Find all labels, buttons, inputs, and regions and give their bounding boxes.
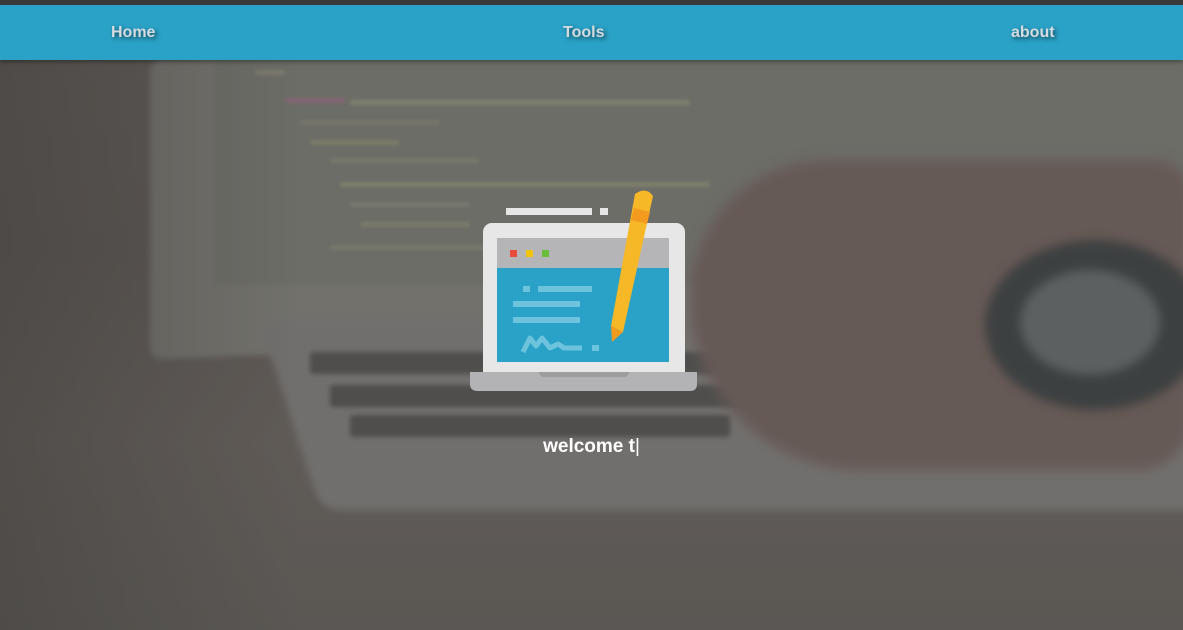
- text-caret: |: [634, 436, 640, 457]
- laptop-with-pencil-icon: [470, 190, 697, 391]
- content-line: [513, 317, 580, 323]
- window-dot-green: [542, 250, 549, 257]
- nav-tools-link[interactable]: Tools: [563, 5, 604, 60]
- content-bullet: [523, 286, 530, 292]
- nav-home-link[interactable]: Home: [111, 5, 155, 60]
- content-line: [538, 286, 592, 292]
- content-dot: [592, 345, 599, 351]
- deco-dot: [600, 208, 608, 215]
- welcome-text: welcome t: [543, 436, 635, 457]
- content-line: [513, 301, 580, 307]
- laptop-notch: [538, 372, 630, 377]
- welcome-typing-text: welcome t|: [0, 436, 1183, 458]
- deco-line: [506, 208, 592, 215]
- nav-about-link[interactable]: about: [1011, 5, 1055, 60]
- browser-bar: [497, 238, 669, 268]
- window-dot-red: [510, 250, 517, 257]
- top-navbar: Home Tools about: [0, 5, 1183, 60]
- window-dot-yellow: [526, 250, 533, 257]
